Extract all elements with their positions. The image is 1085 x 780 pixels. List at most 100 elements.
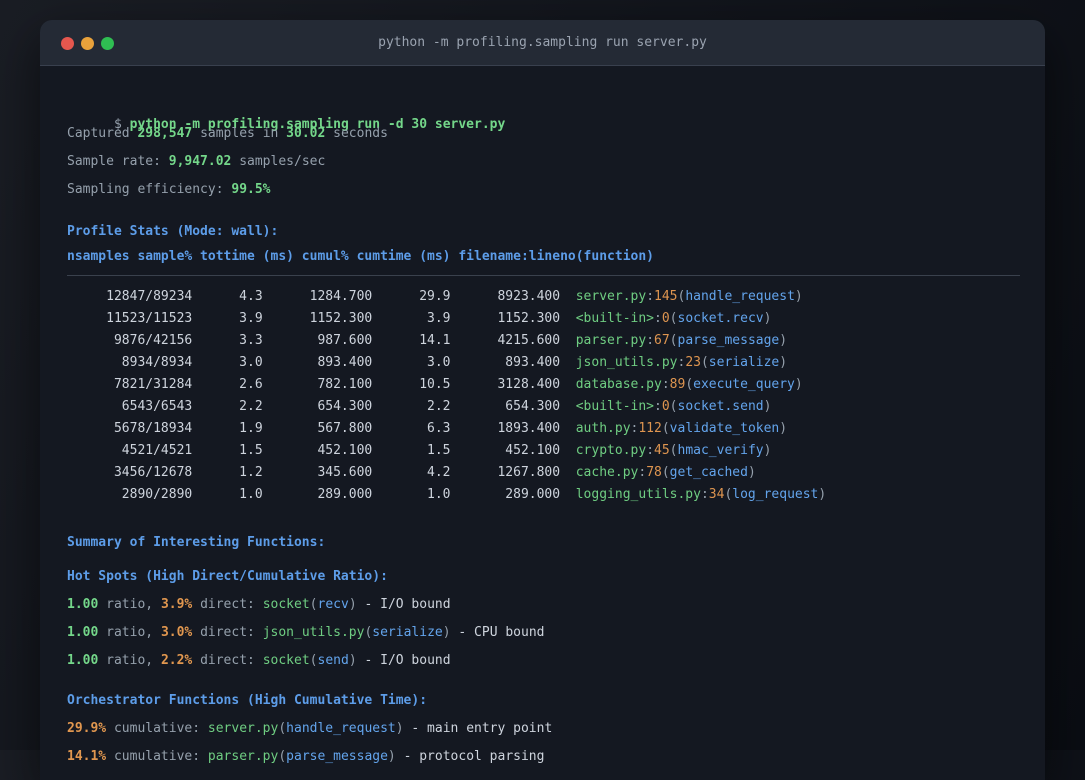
table-row: 12847/89234 4.3 1284.700 29.9 8923.400 s… (67, 289, 803, 304)
stats-table: 12847/89234 4.3 1284.700 29.9 8923.400 s… (67, 286, 1020, 506)
table-row: 11523/11523 3.9 1152.300 3.9 1152.300 <b… (67, 311, 772, 326)
table-row: 8934/8934 3.0 893.400 3.0 893.400 json_u… (67, 355, 788, 370)
row-metrics: 7821/31284 2.6 782.100 10.5 3128.400 (67, 377, 576, 392)
hot-spot-ratio: 1.00 (67, 653, 99, 668)
hot-spot-line: 1.00 ratio, 3.0% direct: json_utils.py(s… (67, 625, 545, 640)
row-metrics: 6543/6543 2.2 654.300 2.2 654.300 (67, 399, 576, 414)
row-function: get_cached (669, 465, 748, 480)
hot-spot-module: socket (262, 653, 310, 668)
row-lineno: 67 (654, 333, 670, 348)
row-lineno: 89 (669, 377, 686, 392)
orchestrator-note: - main entry point (403, 721, 553, 736)
hot-spot-line: 1.00 ratio, 3.9% direct: socket(recv) - … (67, 597, 451, 612)
row-metrics: 9876/42156 3.3 987.600 14.1 4215.600 (67, 333, 576, 348)
row-metrics: 2890/2890 1.0 289.000 1.0 289.000 (67, 487, 576, 502)
row-metrics: 4521/4521 1.5 452.100 1.5 452.100 (67, 443, 576, 458)
orchestrator-line: 14.1% cumulative: parser.py(parse_messag… (67, 749, 545, 764)
terminal-window: python -m profiling.sampling run server.… (40, 20, 1045, 780)
row-function: socket.send (677, 399, 764, 414)
hot-spot-ratio: 1.00 (67, 597, 99, 612)
row-filename: <built-in> (575, 311, 655, 326)
row-lineno: 112 (638, 421, 662, 436)
row-metrics: 11523/11523 3.9 1152.300 3.9 1152.300 (67, 311, 576, 326)
table-row: 4521/4521 1.5 452.100 1.5 452.100 crypto… (67, 443, 772, 458)
row-filename: crypto.py (575, 443, 647, 458)
hot-spot-note: - I/O bound (356, 597, 451, 612)
orchestrator-module: parser.py (207, 749, 279, 764)
row-filename: server.py (575, 289, 647, 304)
hot-spot-note: - I/O bound (356, 653, 451, 668)
hot-spot-percent: 3.9% (160, 597, 193, 612)
row-metrics: 12847/89234 4.3 1284.700 29.9 8923.400 (67, 289, 576, 304)
hot-spot-note: - CPU bound (450, 625, 545, 640)
row-function: serialize (708, 355, 780, 370)
row-function: validate_token (669, 421, 780, 436)
orchestrator-function: parse_message (286, 749, 388, 764)
hot-spot-line: 1.00 ratio, 2.2% direct: socket(send) - … (67, 653, 451, 668)
hot-spots-list: 1.00 ratio, 3.9% direct: socket(recv) - … (67, 591, 1020, 675)
capture-info: Captured 298,547 samples in 30.02 second… (67, 120, 1020, 204)
table-row: 7821/31284 2.6 782.100 10.5 3128.400 dat… (67, 377, 803, 392)
row-metrics: 8934/8934 3.0 893.400 3.0 893.400 (67, 355, 576, 370)
row-function: parse_message (677, 333, 780, 348)
row-lineno: 23 (685, 355, 701, 370)
hot-spot-percent: 3.0% (160, 625, 193, 640)
orchestrator-line: 29.9% cumulative: server.py(handle_reque… (67, 721, 553, 736)
hot-spot-function: send (317, 653, 349, 668)
close-button[interactable] (61, 36, 74, 50)
maximize-button[interactable] (101, 36, 114, 50)
hot-spot-ratio: 1.00 (67, 625, 99, 640)
hot-spot-percent: 2.2% (160, 653, 193, 668)
row-lineno: 0 (661, 399, 670, 414)
hot-spot-function: serialize (372, 625, 443, 640)
orchestrator-note: - protocol parsing (395, 749, 545, 764)
orchestrator-percent: 14.1% (67, 749, 107, 764)
table-row: 3456/12678 1.2 345.600 4.2 1267.800 cach… (67, 465, 756, 480)
row-filename: parser.py (575, 333, 647, 348)
traffic-lights (61, 20, 114, 66)
row-lineno: 0 (661, 311, 670, 326)
title-bar: python -m profiling.sampling run server.… (40, 20, 1045, 66)
row-filename: logging_utils.py (575, 487, 701, 502)
table-row: 9876/42156 3.3 987.600 14.1 4215.600 par… (67, 333, 788, 348)
info-line: Sample rate: 9,947.02 samples/sec (67, 154, 326, 169)
orchestrator-percent: 29.9% (67, 721, 107, 736)
hot-spot-module: json_utils.py (262, 625, 365, 640)
orchestrator-list: 29.9% cumulative: server.py(handle_reque… (67, 715, 1020, 771)
row-lineno: 45 (654, 443, 670, 458)
table-divider (67, 275, 1020, 276)
hot-spots-title: Hot Spots (High Direct/Cumulative Ratio)… (67, 569, 388, 584)
info-line: Captured 298,547 samples in 30.02 second… (67, 126, 388, 141)
row-filename: database.py (575, 377, 662, 392)
columns-header: nsamples sample% tottime (ms) cumul% cum… (67, 249, 654, 264)
row-function: execute_query (693, 377, 795, 392)
row-filename: cache.py (575, 465, 639, 480)
summary-title: Summary of Interesting Functions: (67, 535, 326, 550)
row-function: socket.recv (677, 311, 764, 326)
row-lineno: 34 (708, 487, 725, 502)
row-lineno: 78 (646, 465, 662, 480)
window-title: python -m profiling.sampling run server.… (378, 35, 707, 50)
table-row: 5678/18934 1.9 567.800 6.3 1893.400 auth… (67, 421, 788, 436)
orchestrator-title: Orchestrator Functions (High Cumulative … (67, 693, 428, 708)
orchestrator-function: handle_request (286, 721, 396, 736)
hot-spot-function: recv (317, 597, 349, 612)
terminal-content[interactable]: $ python -m profiling.sampling run -d 30… (40, 66, 1045, 771)
row-filename: <built-in> (575, 399, 655, 414)
info-line: Sampling efficiency: 99.5% (67, 182, 271, 197)
table-row: 2890/2890 1.0 289.000 1.0 289.000 loggin… (67, 487, 827, 502)
row-function: handle_request (685, 289, 795, 304)
command-line: $ python -m profiling.sampling run -d 30… (67, 83, 1020, 132)
row-function: hmac_verify (677, 443, 764, 458)
orchestrator-module: server.py (207, 721, 279, 736)
row-metrics: 5678/18934 1.9 567.800 6.3 1893.400 (67, 421, 576, 436)
row-filename: json_utils.py (575, 355, 678, 370)
row-function: log_request (732, 487, 819, 502)
minimize-button[interactable] (81, 36, 94, 50)
row-filename: auth.py (575, 421, 631, 436)
hot-spot-module: socket (262, 597, 310, 612)
stats-title: Profile Stats (Mode: wall): (67, 224, 279, 239)
row-lineno: 145 (654, 289, 678, 304)
row-metrics: 3456/12678 1.2 345.600 4.2 1267.800 (67, 465, 576, 480)
table-row: 6543/6543 2.2 654.300 2.2 654.300 <built… (67, 399, 772, 414)
